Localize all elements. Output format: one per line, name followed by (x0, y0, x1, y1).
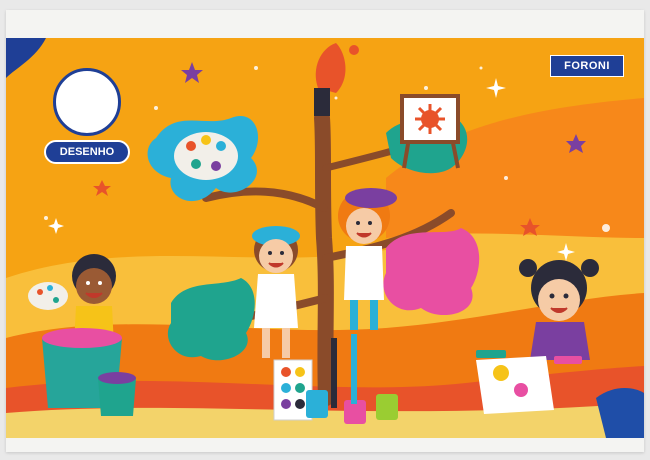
brand-logo: FORONI (550, 55, 624, 77)
notebook-page: DESENHO FORONI (6, 10, 644, 452)
cover-artwork: DESENHO FORONI (6, 38, 644, 438)
paint-splash (383, 228, 480, 316)
subject-label: DESENHO (44, 140, 130, 164)
name-circle (53, 68, 121, 136)
palette-icon (28, 282, 68, 310)
paint-bucket-icon (98, 372, 136, 416)
drawing-paper (476, 356, 554, 414)
palette-icon (174, 132, 238, 180)
